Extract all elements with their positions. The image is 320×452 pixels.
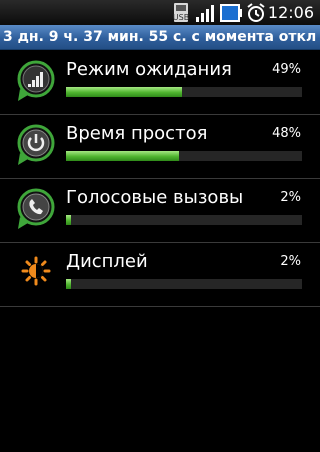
time-since-unplugged: 3 дн. 9 ч. 37 мин. 55 с. с момента отклю… (3, 29, 317, 45)
usage-item-idle[interactable]: Время простоя 48% (0, 115, 320, 179)
status-clock: 12:06 (267, 3, 314, 22)
usage-bar (66, 215, 302, 225)
alarm-clock-icon (247, 3, 265, 22)
battery-icon (220, 4, 242, 22)
svg-text:USB: USB (173, 13, 189, 22)
phone-call-icon (17, 188, 55, 229)
usage-bar (66, 87, 302, 97)
usage-percent: 49% (272, 62, 301, 77)
usage-bar (66, 151, 302, 161)
usage-label: Время простоя (66, 123, 208, 144)
signal-strength-icon (196, 5, 214, 22)
usage-label: Дисплей (66, 251, 148, 272)
usage-bar-fill (66, 215, 71, 225)
usb-debugging-icon: USB (173, 3, 189, 22)
display-brightness-icon (21, 256, 51, 286)
usage-bar (66, 279, 302, 289)
usage-item-standby[interactable]: Режим ожидания 49% (0, 51, 320, 115)
usage-bar-fill (66, 87, 182, 97)
usage-percent: 2% (280, 190, 301, 205)
usage-item-display[interactable]: Дисплей 2% (0, 243, 320, 307)
usage-bar-fill (66, 151, 180, 161)
power-idle-icon (17, 124, 55, 165)
usage-percent: 48% (272, 126, 301, 141)
cell-standby-icon (17, 60, 55, 101)
battery-time-header: 3 дн. 9 ч. 37 мин. 55 с. с момента отклю… (0, 25, 320, 50)
status-bar: USB 12:06 (0, 0, 320, 25)
usage-percent: 2% (280, 254, 301, 269)
usage-label: Голосовые вызовы (66, 187, 244, 208)
usage-item-voice-calls[interactable]: Голосовые вызовы 2% (0, 179, 320, 243)
usage-label: Режим ожидания (66, 59, 232, 80)
usage-bar-fill (66, 279, 71, 289)
